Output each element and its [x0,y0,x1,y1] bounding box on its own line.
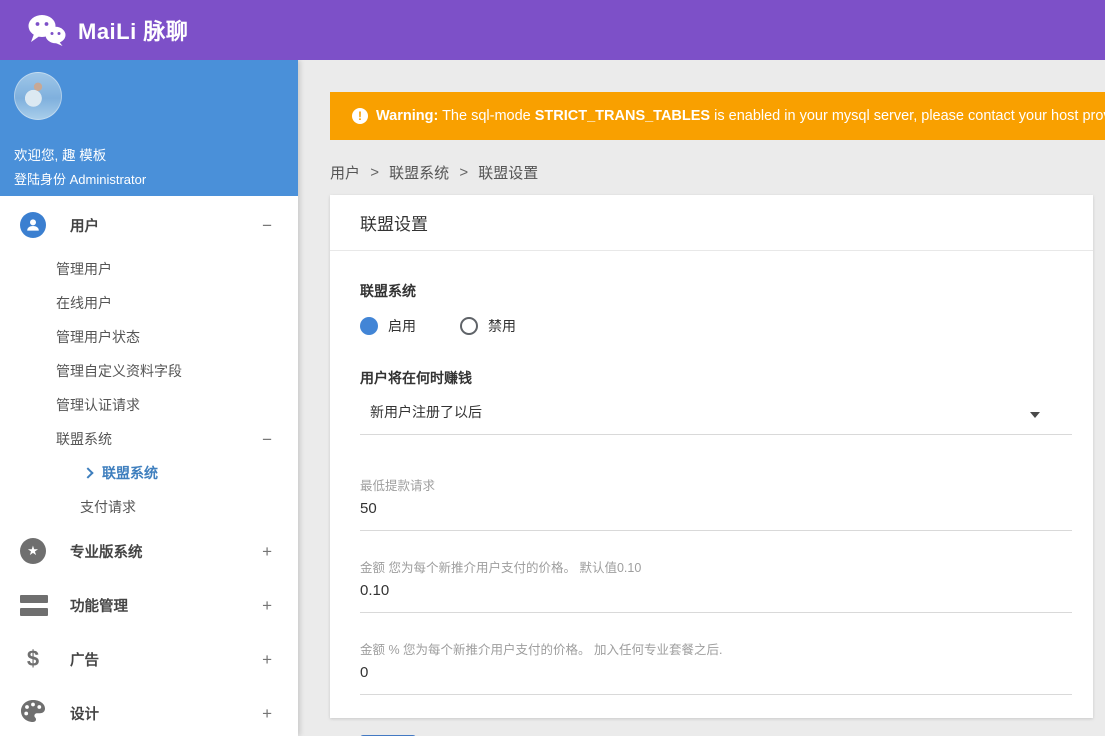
expand-icon[interactable]: + [262,705,272,722]
sidebar-section-users[interactable]: 用户 − [0,198,298,252]
breadcrumb-item-users[interactable]: 用户 [330,165,360,182]
radio-unchecked-icon[interactable] [460,317,478,335]
features-icon [20,594,48,616]
sidebar-section-label: 专业版系统 [70,544,143,561]
exclamation-circle-icon: ! [352,108,368,124]
sidebar-section-label: 功能管理 [70,598,128,615]
warning-sql-mode: STRICT_TRANS_TABLES [534,108,711,124]
affiliate-settings-card: 联盟设置 联盟系统 启用 禁用 用户将在何时赚钱 新用户注册了以后 最低提款请求… [330,195,1093,736]
breadcrumb: 用户 > 联盟系统 > 联盟设置 [330,162,538,183]
palette-icon [20,699,46,728]
collapse-icon[interactable]: − [262,217,272,234]
dollar-icon: $ [26,646,40,671]
sidebar-item-verification-requests[interactable]: 管理认证请求 [0,388,298,422]
sidebar-section-label: 设计 [70,706,99,723]
sidebar-item-label: 联盟系统 [102,465,158,481]
sidebar-item-payment-requests[interactable]: 支付请求 [0,490,298,524]
wechat-logo-icon [28,15,66,46]
min-withdrawal-label: 最低提款请求 [360,479,436,493]
sidebar-section-design[interactable]: 设计 + [0,686,298,736]
sidebar-nav: 用户 − 管理用户 在线用户 管理用户状态 管理自定义资料字段 管理认证请求 联… [0,196,298,736]
earn-when-select[interactable]: 新用户注册了以后 [360,402,1072,435]
amount-per-referral-label: 金额 您为每个新推介用户支付的价格。 默认值0.10 [360,561,642,575]
radio-label: 启用 [388,318,416,334]
sidebar-group-label: 联盟系统 [56,431,112,447]
earn-when-selected-value: 新用户注册了以后 [370,404,482,420]
sidebar-item-affiliates-active[interactable]: 联盟系统 [0,456,298,490]
card-header: 联盟设置 [330,195,1093,251]
breadcrumb-item-affiliate-settings: 联盟设置 [478,165,539,182]
expand-icon[interactable]: + [262,543,272,560]
app-title: MaiLi 脉聊 [78,19,189,44]
card-body: 联盟系统 启用 禁用 用户将在何时赚钱 新用户注册了以后 最低提款请求 50 金… [330,251,1093,736]
sidebar-item-user-status[interactable]: 管理用户状态 [0,320,298,354]
sidebar: 欢迎您, 趣 模板 登陆身份 Administrator 用户 − 管理用户 在… [0,60,298,736]
expand-icon[interactable]: + [262,651,272,668]
radio-enable[interactable]: 启用 [360,316,416,336]
sidebar-item-custom-profile-fields[interactable]: 管理自定义资料字段 [0,354,298,388]
min-withdrawal-input[interactable]: 50 [360,500,1072,531]
sidebar-section-features[interactable]: 功能管理 + [0,578,298,632]
chevron-down-icon [1030,412,1040,418]
welcome-text: 欢迎您, 趣 模板 [14,148,107,163]
app-header: MaiLi 脉聊 [0,0,1105,60]
sidebar-group-affiliates[interactable]: 联盟系统 − [0,422,298,456]
sidebar-item-label: 管理用户 [56,261,112,277]
main-content: ! Warning: The sql-mode STRICT_TRANS_TAB… [298,60,1105,736]
user-icon [20,212,46,238]
warning-banner: ! Warning: The sql-mode STRICT_TRANS_TAB… [330,92,1105,140]
affiliate-system-radios: 启用 禁用 [360,316,1072,336]
login-role-text: 登陆身份 Administrator [14,172,147,187]
radio-label: 禁用 [488,318,516,334]
affiliate-system-group: 联盟系统 启用 禁用 [360,281,1072,336]
sidebar-item-label: 支付请求 [80,499,136,515]
sidebar-profile: 欢迎您, 趣 模板 登陆身份 Administrator [0,60,298,196]
sidebar-item-label: 管理自定义资料字段 [56,363,182,379]
chevron-right-icon [82,467,94,479]
breadcrumb-separator: > [459,164,469,181]
expand-icon[interactable]: + [262,597,272,614]
warning-text: The sql-mode [438,108,535,124]
earn-when-label: 用户将在何时赚钱 [360,370,472,386]
percent-per-referral-label: 金额 % 您为每个新推介用户支付的价格。 加入任何专业套餐之后. [360,643,723,657]
sidebar-item-label: 管理认证请求 [56,397,140,413]
sidebar-section-label: 用户 [70,218,99,235]
sidebar-section-pro[interactable]: ★ 专业版系统 + [0,524,298,578]
amount-per-referral-input[interactable]: 0.10 [360,582,1072,613]
amount-per-referral-group: 金额 您为每个新推介用户支付的价格。 默认值0.10 0.10 [360,557,1072,613]
earn-when-group: 用户将在何时赚钱 新用户注册了以后 [360,368,1072,435]
affiliate-system-label: 联盟系统 [360,283,416,299]
sidebar-item-manage-users[interactable]: 管理用户 [0,252,298,286]
user-avatar[interactable] [14,72,62,120]
min-withdrawal-group: 最低提款请求 50 [360,475,1072,531]
sidebar-item-label: 管理用户状态 [56,329,140,345]
warning-text: is enabled in your mysql server, please … [714,108,1105,124]
collapse-icon[interactable]: − [262,431,272,448]
breadcrumb-item-affiliates[interactable]: 联盟系统 [389,165,449,182]
breadcrumb-separator: > [370,164,379,181]
star-icon: ★ [20,538,46,564]
radio-checked-icon[interactable] [360,317,378,335]
sidebar-section-label: 广告 [70,652,99,669]
sidebar-item-online-users[interactable]: 在线用户 [0,286,298,320]
sidebar-item-label: 在线用户 [56,295,112,311]
page-title: 联盟设置 [360,215,428,234]
radio-disable[interactable]: 禁用 [460,316,516,336]
percent-per-referral-group: 金额 % 您为每个新推介用户支付的价格。 加入任何专业套餐之后. 0 [360,639,1072,695]
warning-prefix: Warning: [376,108,439,124]
sidebar-section-ads[interactable]: $ 广告 + [0,632,298,686]
percent-per-referral-input[interactable]: 0 [360,664,1072,695]
